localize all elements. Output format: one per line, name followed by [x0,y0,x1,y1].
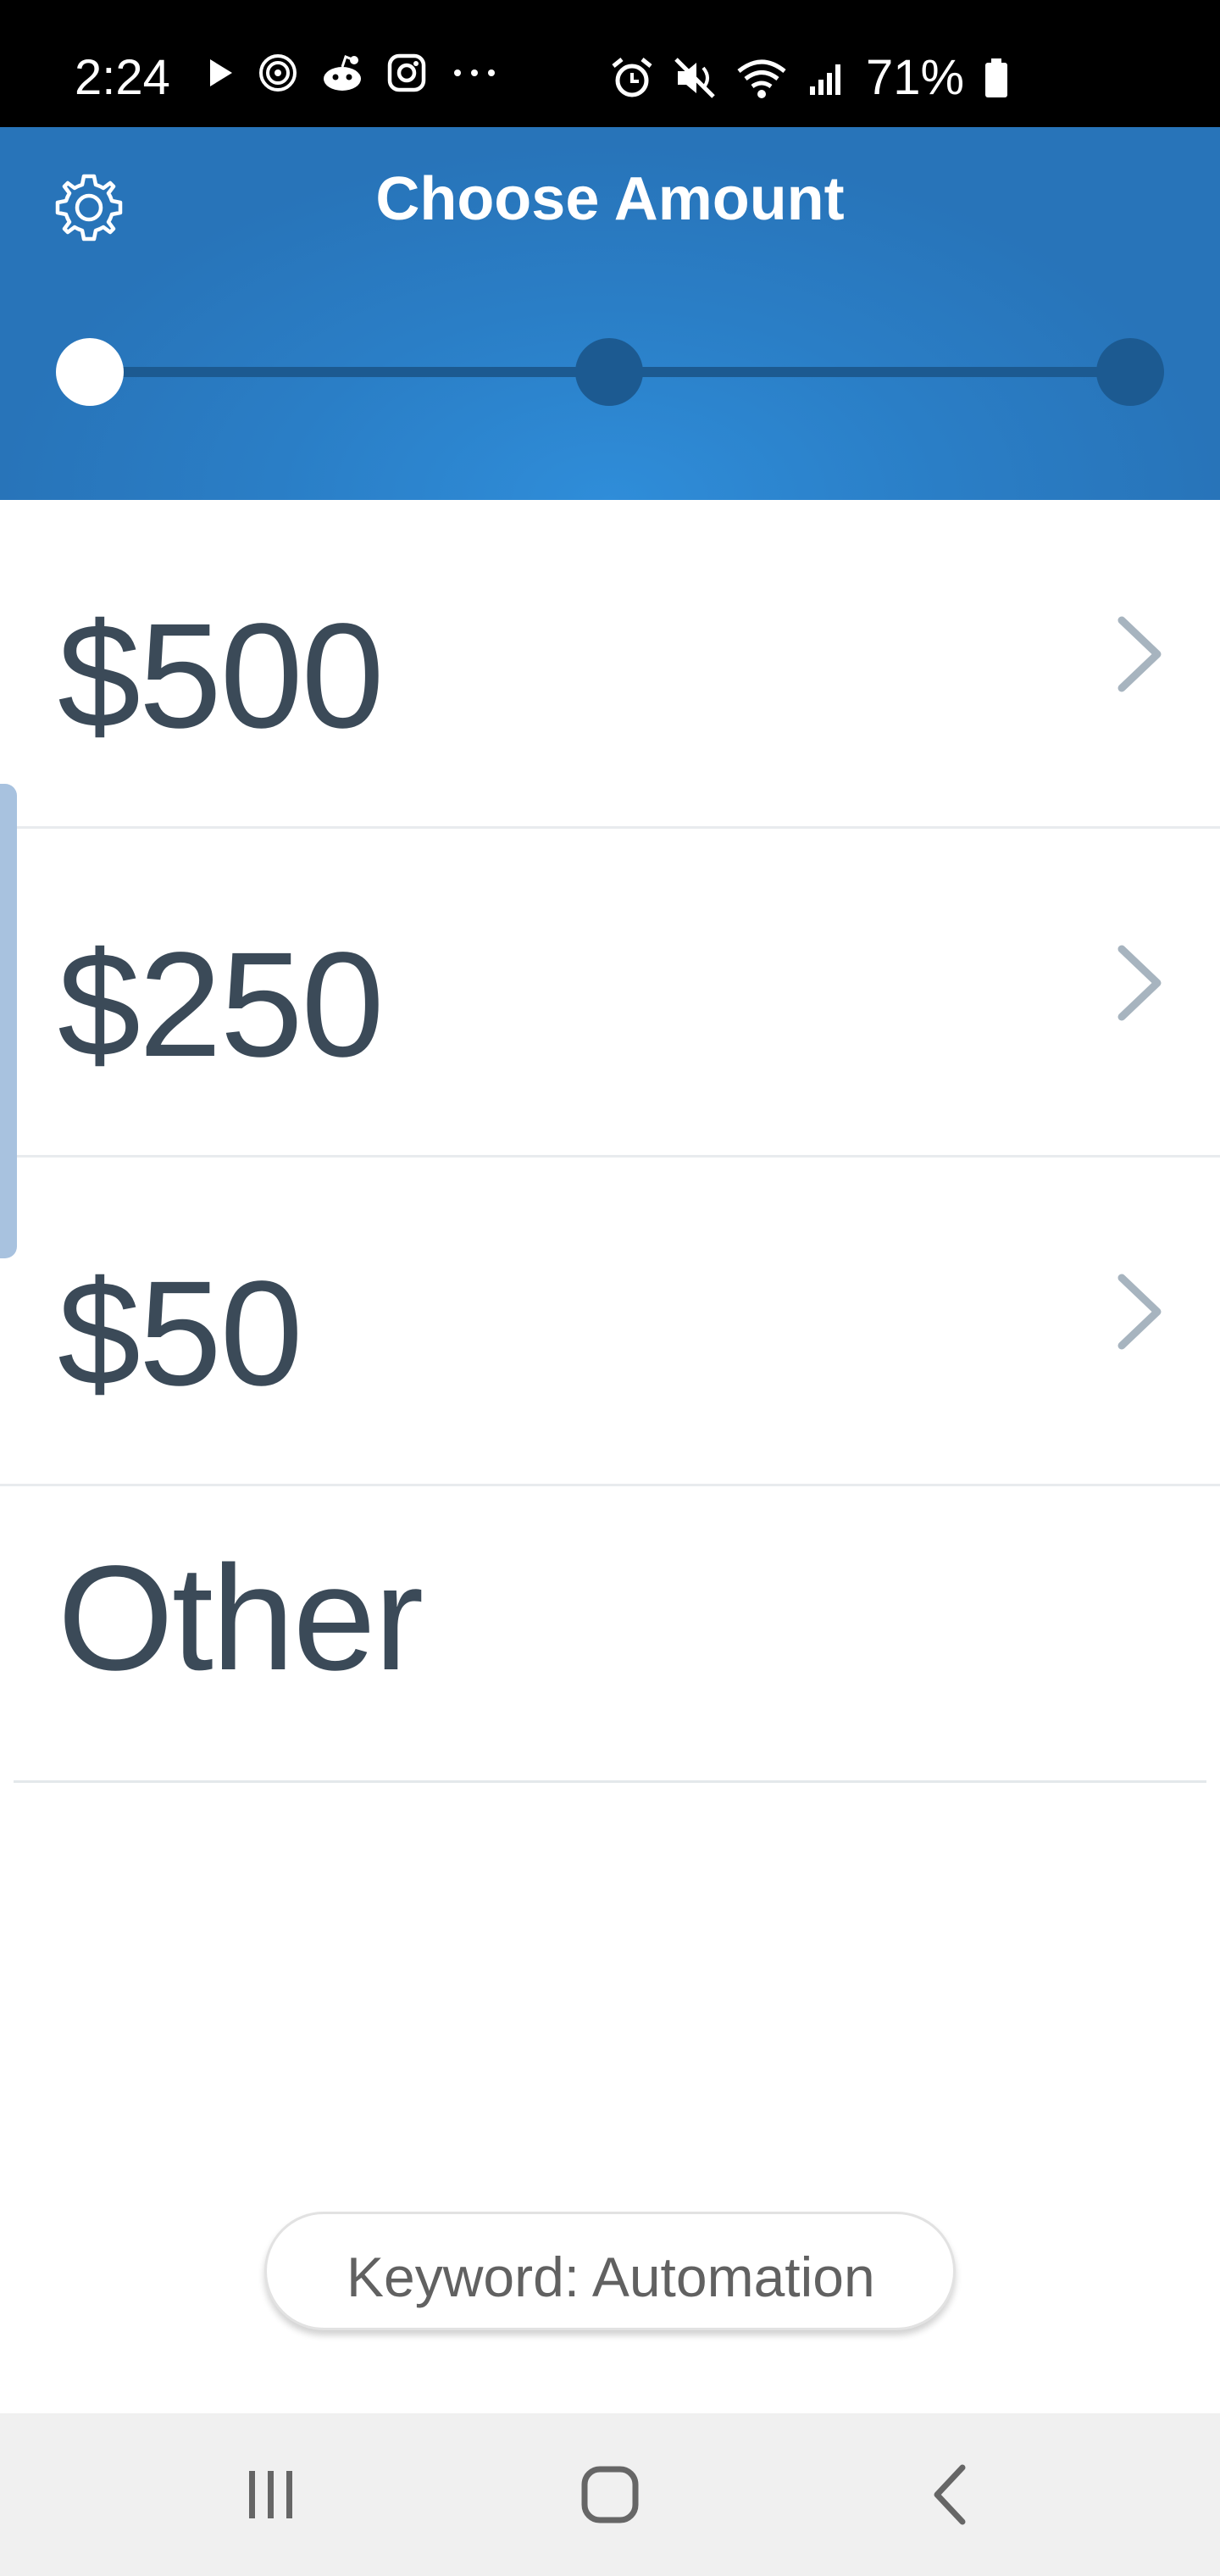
alarm-icon [612,57,652,97]
amount-option-250[interactable]: $250 [0,829,1220,1158]
amount-option-500[interactable]: $500 [0,500,1220,829]
amount-option-50[interactable]: $50 [0,1158,1220,1486]
system-icons: 71% [610,49,1010,106]
amount-label: $50 [58,1251,303,1417]
signal-icon [810,64,840,95]
chevron-right-icon [1117,1274,1162,1350]
recent-apps-icon[interactable] [229,2452,313,2537]
amount-label: $500 [58,593,385,759]
step-indicator-3 [1096,338,1164,406]
home-icon[interactable] [568,2452,652,2537]
amount-option-other[interactable]: Other [0,1486,1220,1783]
more-dots-icon [454,69,495,76]
chevron-right-icon [1117,616,1162,692]
page-title: Choose Amount [375,165,845,233]
status-time: 2:24 [75,50,170,105]
notification-icons [207,53,500,93]
step-indicator-1 [56,338,124,406]
instagram-icon [387,53,426,92]
header: Choose Amount [0,127,1220,500]
mute-icon [674,57,715,98]
edge-panel-handle[interactable] [0,784,17,1258]
chevron-right-icon [1117,945,1162,1021]
system-nav-bar [0,2413,1220,2576]
threads-icon [259,54,297,92]
wifi-icon [737,59,786,98]
amount-label: Other [58,1535,424,1702]
battery-icon [985,58,1008,97]
reddit-icon [324,55,361,91]
back-icon[interactable] [910,2452,995,2537]
amount-list: $500 $250 $50 Other [0,500,1220,1783]
step-indicator-2 [575,338,643,406]
play-icon [210,59,232,86]
keyword-chip[interactable]: Keyword: Automation [264,2212,956,2330]
amount-label: $250 [58,922,385,1088]
status-bar: 2:24 71% [0,0,1220,127]
battery-percentage: 71% [866,50,965,105]
keyword-label: Keyword: Automation [347,2246,875,2308]
